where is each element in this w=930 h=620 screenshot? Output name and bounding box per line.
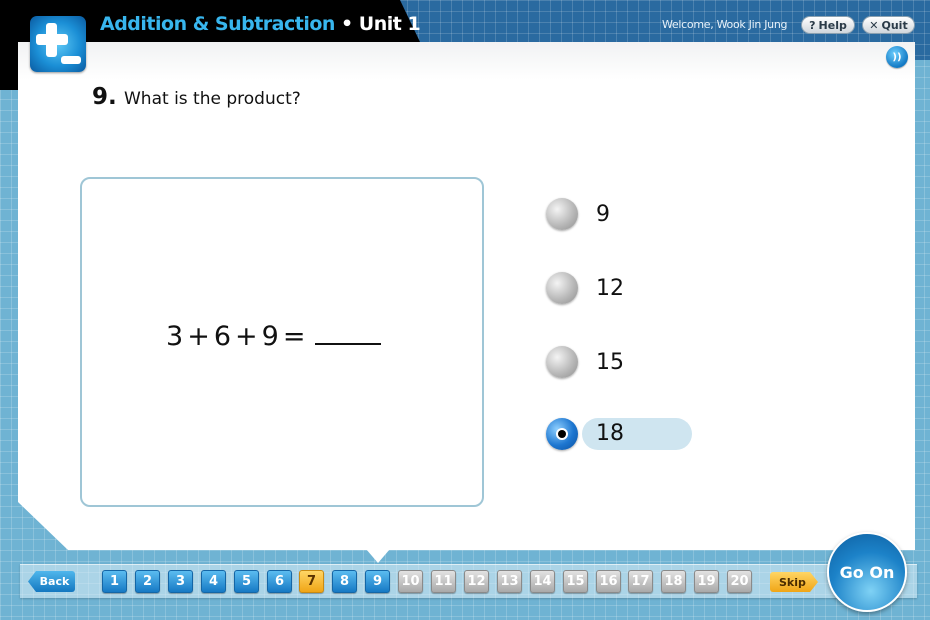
expression-operator: + (187, 321, 210, 352)
question-button-20[interactable]: 20 (727, 570, 752, 593)
addition-subtraction-logo-icon (30, 16, 86, 72)
expression-equals: = (282, 321, 306, 352)
quit-label: Quit (881, 18, 908, 32)
expression-operator: + (235, 321, 258, 352)
question-button-10[interactable]: 10 (398, 570, 423, 593)
choice-label: 18 (582, 418, 692, 450)
help-label: Help (818, 18, 847, 32)
panel-top-shade (18, 42, 915, 80)
skip-button[interactable]: Skip (770, 572, 818, 592)
question-button-6[interactable]: 6 (267, 570, 292, 593)
choice-label: 15 (596, 349, 624, 375)
speaker-icon: )) (892, 51, 902, 63)
question-number: 9. (92, 84, 117, 110)
x-icon: ✕ (869, 18, 879, 32)
question-button-5[interactable]: 5 (234, 570, 259, 593)
radio-button[interactable] (546, 346, 578, 378)
radio-button-selected[interactable] (546, 418, 578, 450)
expression-term: 6 (213, 321, 231, 352)
question-button-9[interactable]: 9 (365, 570, 390, 593)
help-button[interactable]: ? Help (801, 16, 855, 34)
radio-button[interactable] (546, 198, 578, 230)
question-button-2[interactable]: 2 (135, 570, 160, 593)
title-bar-edge (0, 0, 18, 90)
app-title: Addition & Subtraction • Unit 1 (100, 13, 421, 35)
question-button-18[interactable]: 18 (661, 570, 686, 593)
answer-choice-9[interactable]: 9 (546, 198, 610, 230)
question-button-3[interactable]: 3 (168, 570, 193, 593)
expression-term: 9 (261, 321, 279, 352)
question-prompt: What is the product? (124, 89, 301, 109)
answer-blank (315, 325, 382, 345)
back-button[interactable]: Back (28, 571, 75, 592)
question-button-7[interactable]: 7 (299, 570, 324, 593)
choice-label: 12 (596, 275, 624, 301)
go-on-button[interactable]: Go On (827, 532, 907, 612)
answer-choice-12[interactable]: 12 (546, 272, 624, 304)
separator: • (334, 13, 359, 35)
math-expression: 3 + 6 + 9 = (166, 321, 382, 352)
current-question-pointer (366, 549, 390, 563)
welcome-text: Welcome, Wook Jin Jung (662, 18, 788, 31)
radio-button[interactable] (546, 272, 578, 304)
subject-title: Addition & Subtraction (100, 13, 335, 35)
question-button-16[interactable]: 16 (596, 570, 621, 593)
question-button-8[interactable]: 8 (332, 570, 357, 593)
expression-term: 3 (166, 321, 184, 352)
question-button-14[interactable]: 14 (530, 570, 555, 593)
answer-choice-15[interactable]: 15 (546, 346, 624, 378)
question-button-1[interactable]: 1 (102, 570, 127, 593)
question-button-19[interactable]: 19 (694, 570, 719, 593)
question-button-17[interactable]: 17 (628, 570, 653, 593)
question-icon: ? (809, 18, 816, 32)
question-button-15[interactable]: 15 (563, 570, 588, 593)
answer-choice-18[interactable]: 18 (546, 418, 692, 450)
question-button-12[interactable]: 12 (464, 570, 489, 593)
unit-title: Unit 1 (358, 13, 421, 35)
question-button-4[interactable]: 4 (201, 570, 226, 593)
question-button-11[interactable]: 11 (431, 570, 456, 593)
question-button-13[interactable]: 13 (497, 570, 522, 593)
quit-button[interactable]: ✕ Quit (862, 16, 915, 34)
choice-label: 9 (596, 201, 610, 227)
audio-button[interactable]: )) (886, 46, 908, 68)
